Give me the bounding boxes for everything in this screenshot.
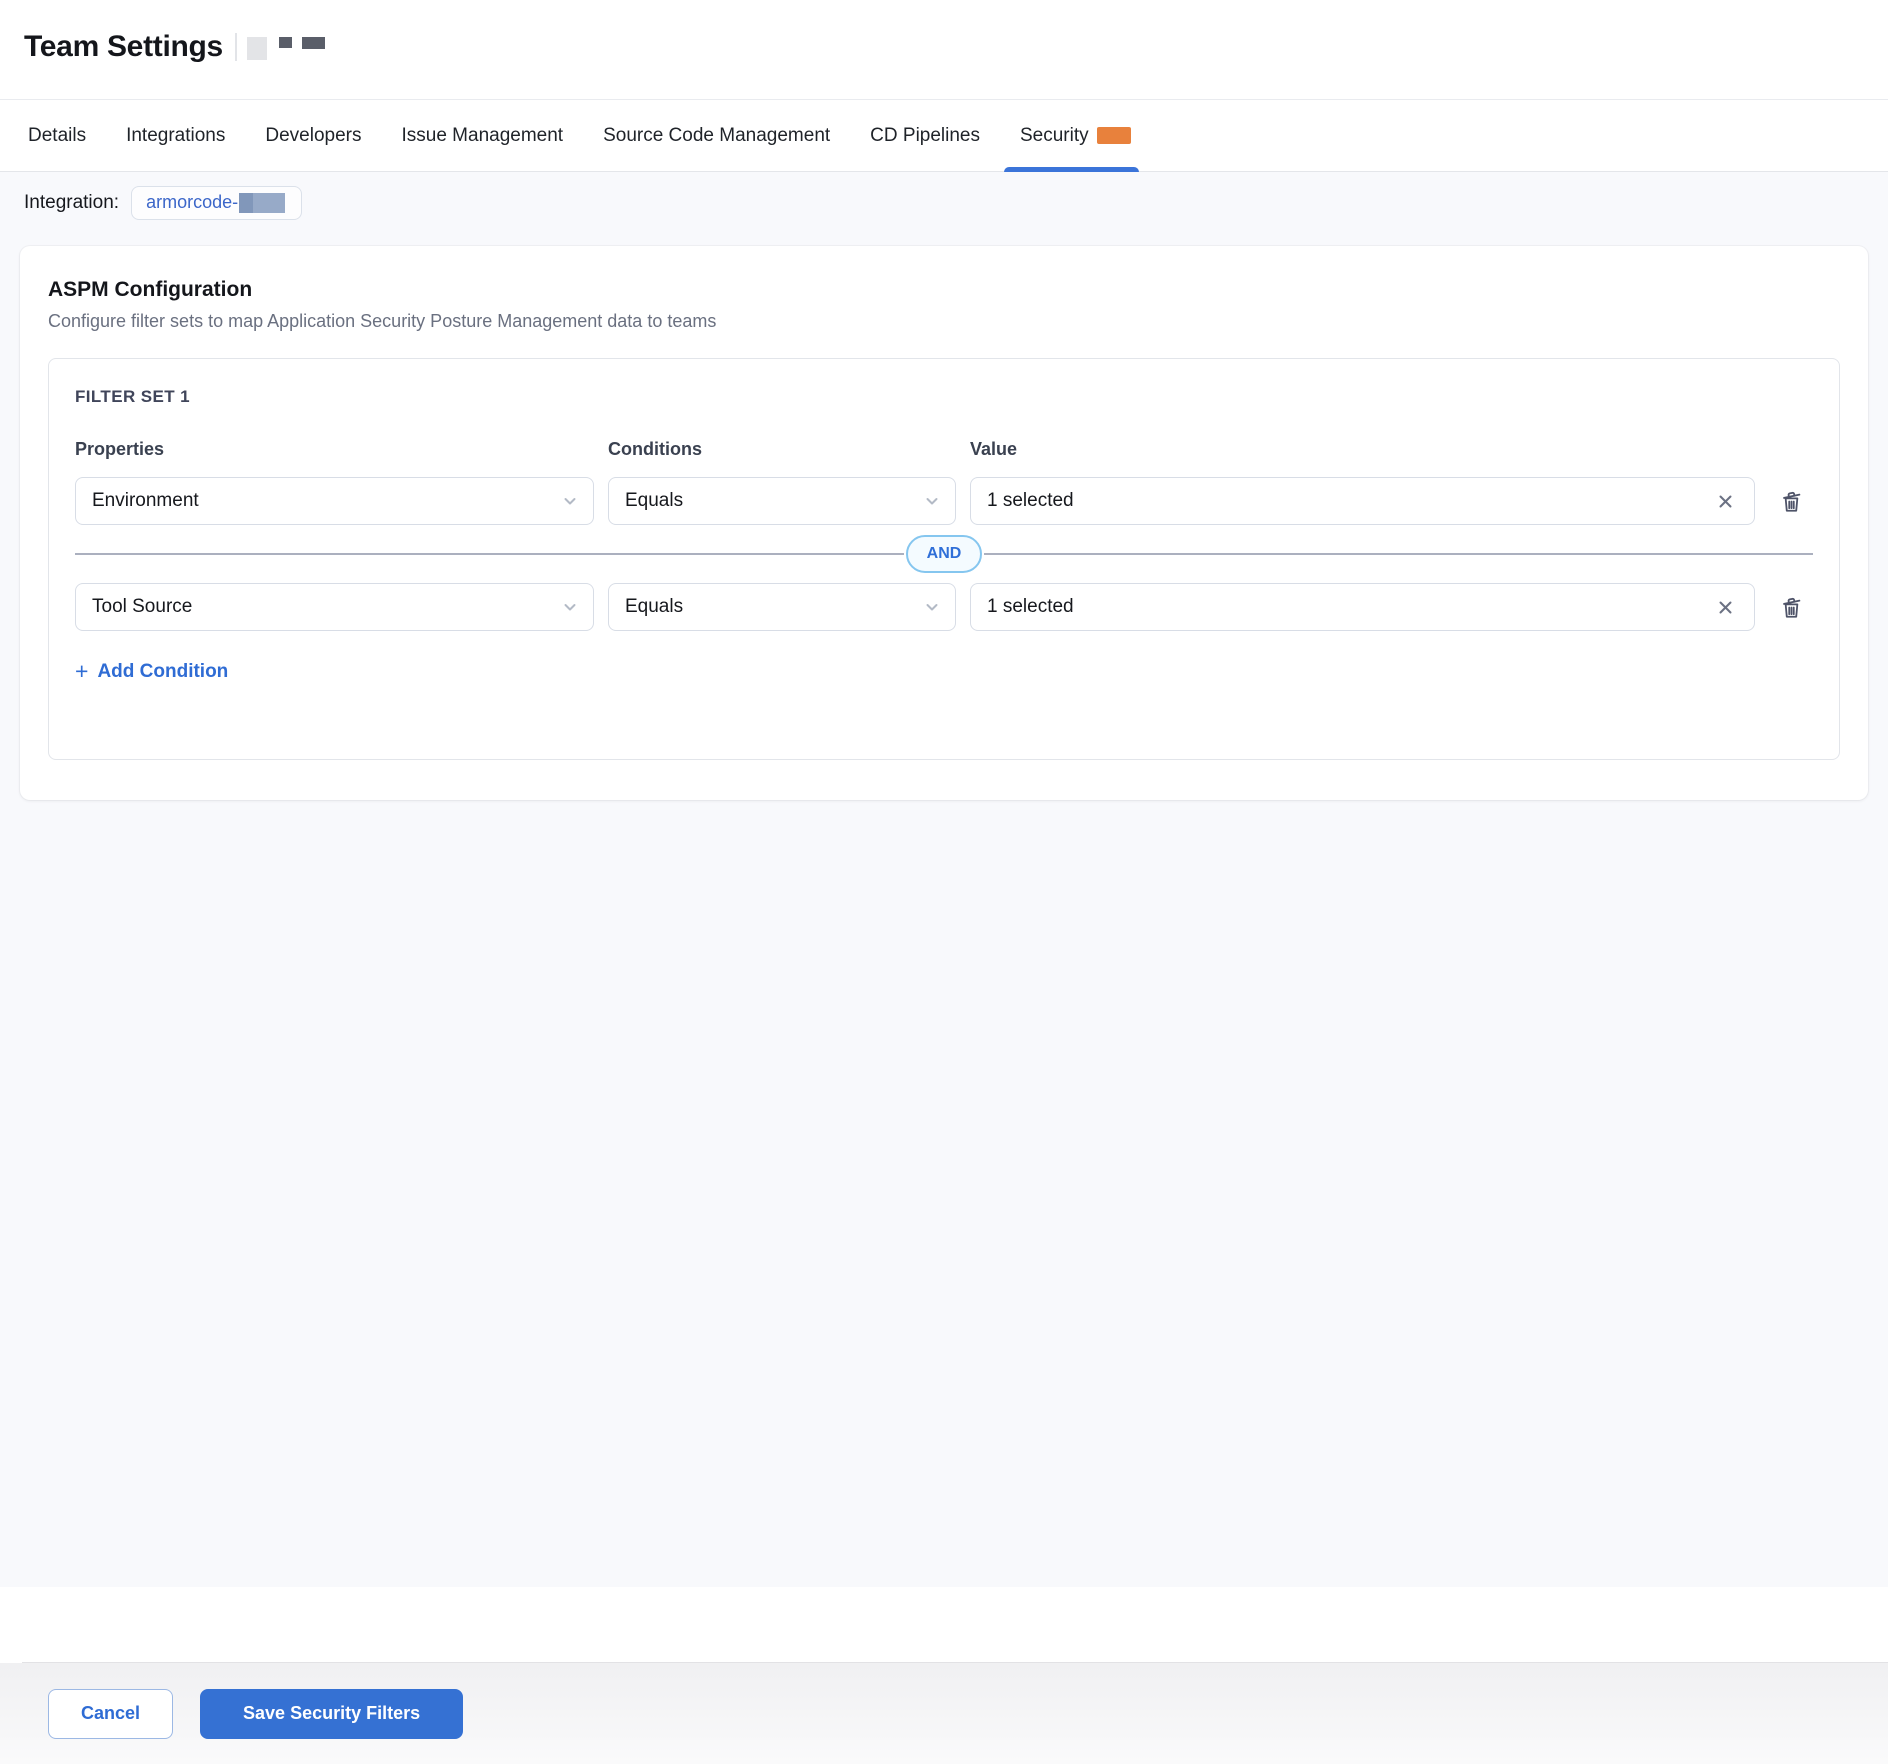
redacted-team-name-2 <box>302 37 325 49</box>
aspm-subtitle: Configure filter sets to map Application… <box>48 311 1840 332</box>
trash-icon <box>1778 488 1805 515</box>
tab-label: Developers <box>265 125 361 147</box>
tab-integrations[interactable]: Integrations <box>126 100 225 171</box>
clear-selection-button[interactable] <box>1713 595 1738 620</box>
redacted-integration-suffix <box>239 193 285 213</box>
trash-icon <box>1778 594 1805 621</box>
content-bottom-spacer <box>0 1587 1888 1663</box>
tab-label: Details <box>28 125 86 147</box>
condition-select[interactable]: Equals <box>608 477 956 525</box>
integration-value: armorcode- <box>146 192 238 213</box>
add-condition-label: Add Condition <box>97 661 228 683</box>
property-select[interactable]: Environment <box>75 477 594 525</box>
page-title: Team Settings <box>24 30 223 64</box>
delete-condition-button[interactable] <box>1774 590 1809 625</box>
close-icon <box>1717 599 1734 616</box>
tab-label: Issue Management <box>401 125 563 147</box>
close-icon <box>1717 493 1734 510</box>
integration-row: Integration: armorcode- <box>20 186 1868 220</box>
condition-select[interactable]: Equals <box>608 583 956 631</box>
tab-label: Source Code Management <box>603 125 830 147</box>
column-header-properties: Properties <box>75 439 594 460</box>
page-header: Team Settings <box>0 0 1888 100</box>
add-condition-button[interactable]: + Add Condition <box>75 661 228 683</box>
aspm-configuration-card: ASPM Configuration Configure filter sets… <box>20 246 1868 800</box>
clear-selection-button[interactable] <box>1713 489 1738 514</box>
integration-label: Integration: <box>24 192 119 214</box>
save-security-filters-button[interactable]: Save Security Filters <box>200 1689 463 1739</box>
chevron-down-icon <box>923 492 941 510</box>
redacted-team-logo <box>247 37 267 60</box>
filter-set-title: FILTER SET 1 <box>75 387 1813 407</box>
tab-issue-management[interactable]: Issue Management <box>401 100 563 171</box>
cancel-button[interactable]: Cancel <box>48 1689 173 1739</box>
tab-source-code-management[interactable]: Source Code Management <box>603 100 830 171</box>
property-select[interactable]: Tool Source <box>75 583 594 631</box>
settings-tabs: Details Integrations Developers Issue Ma… <box>0 100 1888 172</box>
delete-condition-button[interactable] <box>1774 484 1809 519</box>
tab-security[interactable]: Security <box>1020 100 1131 171</box>
divider-line <box>984 553 1813 555</box>
footer-separator <box>22 1662 1888 1663</box>
filter-column-headers: Properties Conditions Value <box>75 439 1813 460</box>
condition-select-value: Equals <box>625 490 683 512</box>
divider-line <box>75 553 904 555</box>
and-operator-pill[interactable]: AND <box>906 535 982 573</box>
value-multiselect[interactable]: 1 selected <box>970 583 1755 631</box>
property-select-value: Tool Source <box>92 596 192 618</box>
value-multiselect[interactable]: 1 selected <box>970 477 1755 525</box>
redacted-team-name-1 <box>279 37 292 48</box>
chevron-down-icon <box>561 492 579 510</box>
tab-cd-pipelines[interactable]: CD Pipelines <box>870 100 980 171</box>
integration-pill[interactable]: armorcode- <box>131 186 302 220</box>
security-count-badge-redacted <box>1097 127 1131 144</box>
property-select-value: Environment <box>92 490 199 512</box>
and-divider: AND <box>75 535 1813 573</box>
security-tab-content: Integration: armorcode- ASPM Configurati… <box>0 172 1888 1587</box>
condition-select-value: Equals <box>625 596 683 618</box>
column-header-conditions: Conditions <box>608 439 956 460</box>
tab-label: CD Pipelines <box>870 125 980 147</box>
value-selected-count: 1 selected <box>987 490 1074 512</box>
chevron-down-icon <box>923 598 941 616</box>
condition-row-1: Environment Equals 1 selected <box>75 477 1813 525</box>
tab-developers[interactable]: Developers <box>265 100 361 171</box>
aspm-title: ASPM Configuration <box>48 278 1840 302</box>
tab-details[interactable]: Details <box>28 100 86 171</box>
title-divider <box>235 33 237 61</box>
filter-set-1: FILTER SET 1 Properties Conditions Value… <box>48 358 1840 760</box>
footer-action-bar: Cancel Save Security Filters <box>0 1663 1888 1764</box>
column-header-value: Value <box>970 439 1755 460</box>
tab-label: Integrations <box>126 125 225 147</box>
active-tab-underline <box>1004 167 1139 172</box>
tab-label: Security <box>1020 125 1089 147</box>
plus-icon: + <box>75 660 88 683</box>
chevron-down-icon <box>561 598 579 616</box>
condition-row-2: Tool Source Equals 1 selected <box>75 583 1813 631</box>
value-selected-count: 1 selected <box>987 596 1074 618</box>
